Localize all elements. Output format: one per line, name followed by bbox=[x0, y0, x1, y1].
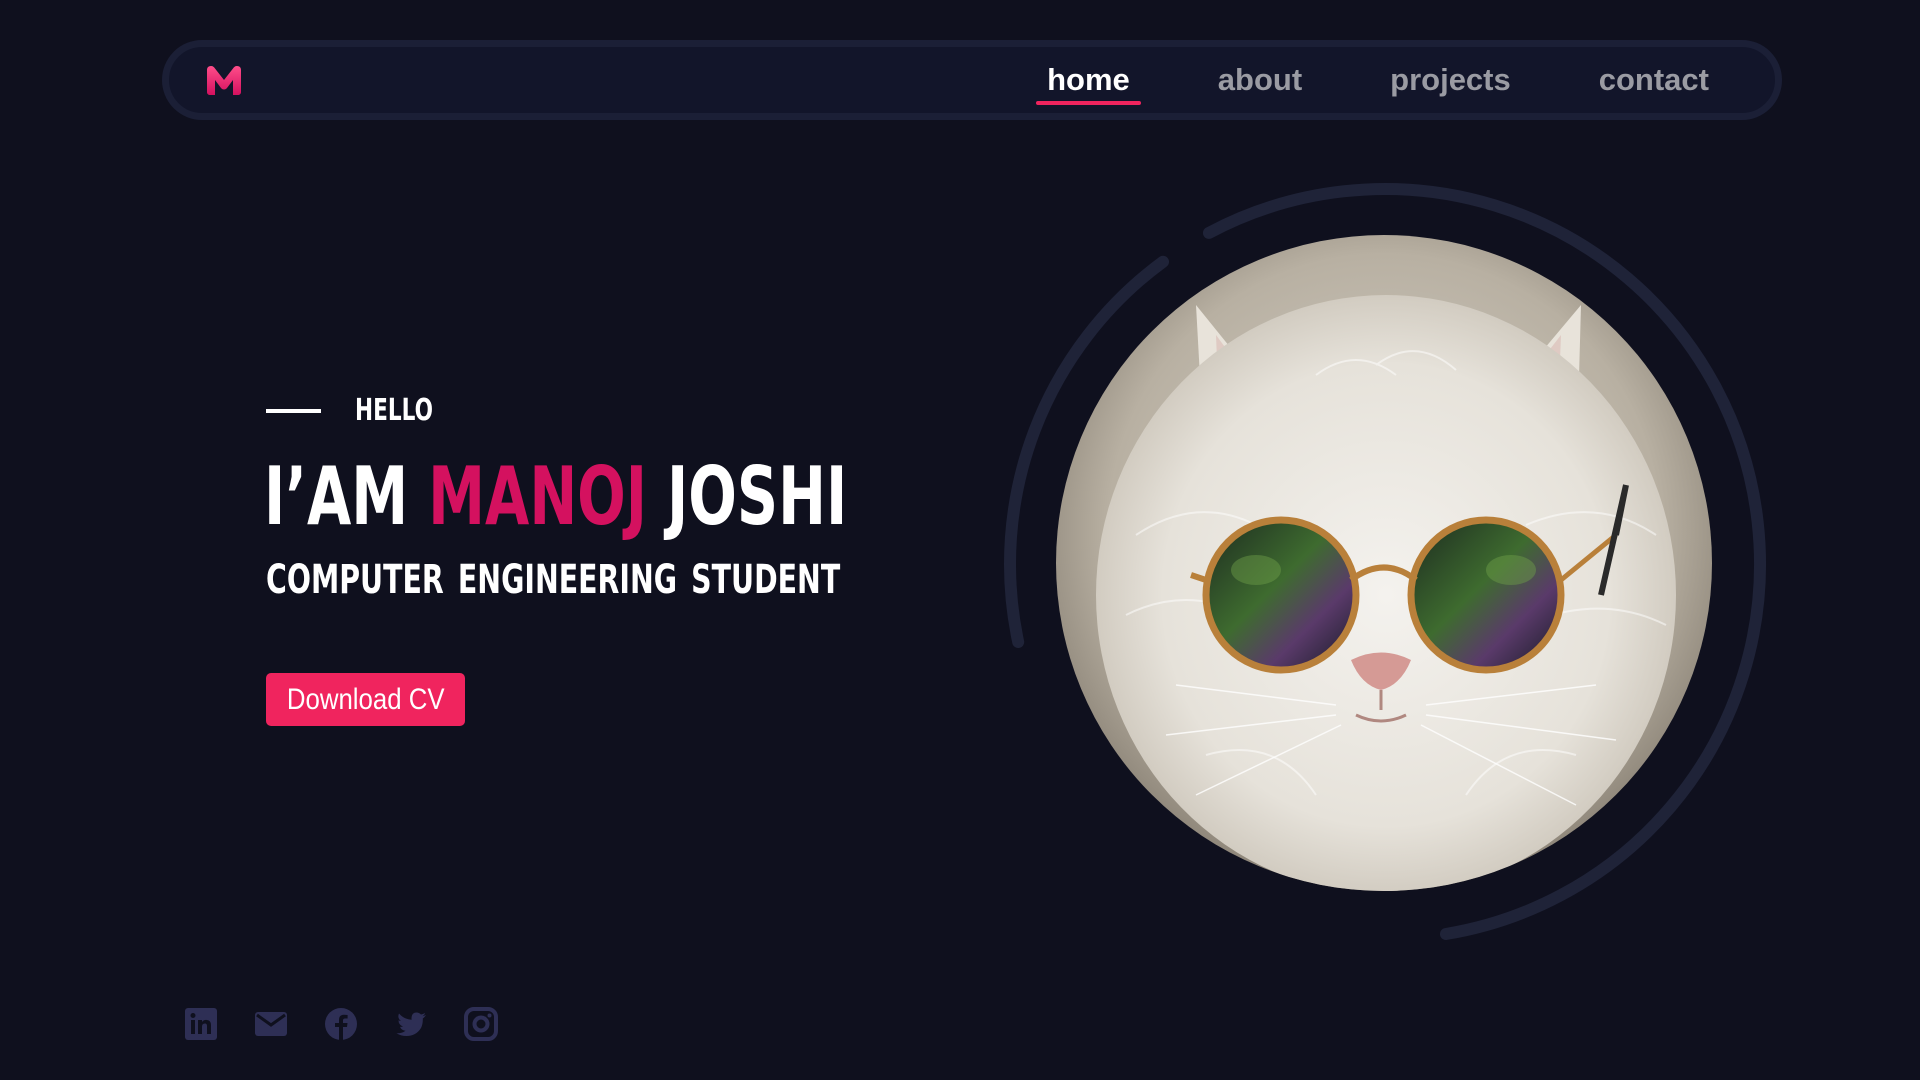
download-cv-button[interactable]: Download CV bbox=[266, 673, 465, 726]
portfolio-page: home about projects contact HELLO I’AM M… bbox=[0, 0, 1920, 1080]
headline-first-name: MANOJ bbox=[428, 450, 648, 543]
cat-with-sunglasses-photo bbox=[1056, 235, 1712, 891]
m-logo-icon[interactable] bbox=[207, 64, 241, 96]
headline-last-name: JOSHI bbox=[667, 450, 848, 543]
facebook-icon[interactable] bbox=[324, 1007, 358, 1041]
download-cv-label: Download CV bbox=[286, 682, 445, 716]
hero-role: COMPUTER ENGINEERING STUDENT bbox=[266, 557, 841, 603]
headline-intro: I’AM bbox=[264, 450, 409, 543]
greeting-text: HELLO bbox=[355, 393, 433, 428]
twitter-icon[interactable] bbox=[394, 1007, 428, 1041]
nav-link-projects[interactable]: projects bbox=[1379, 47, 1522, 113]
nav-link-home[interactable]: home bbox=[1036, 47, 1141, 113]
portrait-section bbox=[990, 170, 1780, 960]
navbar: home about projects contact bbox=[162, 40, 1782, 120]
nav-link-about[interactable]: about bbox=[1207, 47, 1313, 113]
linkedin-icon[interactable] bbox=[184, 1007, 218, 1041]
nav-link-contact[interactable]: contact bbox=[1588, 47, 1720, 113]
hero-headline: I’AM MANOJ JOSHI bbox=[264, 452, 847, 542]
greeting-divider bbox=[266, 408, 321, 413]
nav-links: home about projects contact bbox=[970, 47, 1720, 113]
social-links bbox=[184, 1007, 498, 1041]
greeting-row: HELLO bbox=[266, 393, 463, 428]
mail-icon[interactable] bbox=[254, 1007, 288, 1041]
instagram-icon[interactable] bbox=[464, 1007, 498, 1041]
